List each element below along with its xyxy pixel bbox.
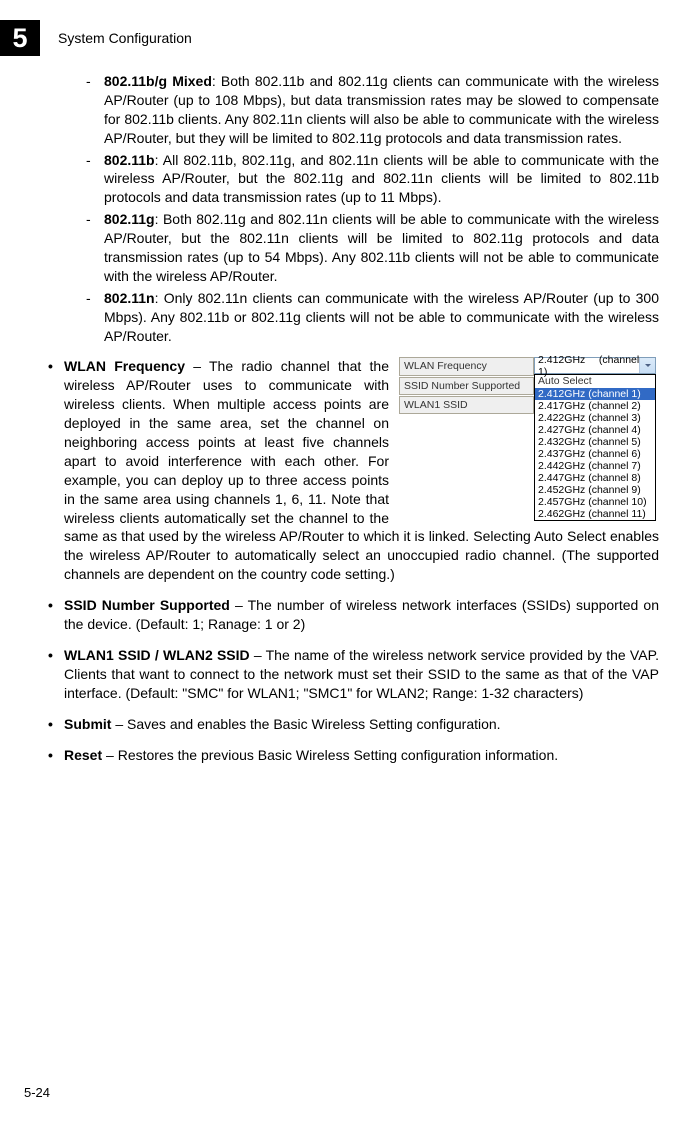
option-channel-9[interactable]: 2.452GHz (channel 9) — [535, 484, 655, 496]
mode-term: 802.11b — [104, 152, 155, 168]
bullet-reset: Reset – Restores the previous Basic Wire… — [48, 746, 659, 765]
bullet-term: SSID Number Supported — [64, 597, 230, 613]
mode-text: : Only 802.11n clients can communicate w… — [104, 290, 659, 344]
option-channel-11[interactable]: 2.462GHz (channel 11) — [535, 508, 655, 520]
wlan-frequency-dropdown[interactable]: Auto Select 2.412GHz (channel 1) 2.417GH… — [534, 374, 656, 521]
mode-item: 802.11g: Both 802.11g and 802.11n client… — [84, 210, 659, 286]
labels-column: WLAN Frequency SSID Number Supported WLA… — [399, 357, 534, 414]
page-number: 5-24 — [24, 1084, 50, 1102]
wlan-frequency-select[interactable]: 2.412GHz (channel 1) — [534, 357, 656, 374]
mode-term: 802.11b/g Mixed — [104, 73, 212, 89]
mode-text: : Both 802.11g and 802.11n clients will … — [104, 211, 659, 284]
select-value: 2.412GHz (channel 1) — [538, 354, 639, 378]
mode-item: 802.11b/g Mixed: Both 802.11b and 802.11… — [84, 72, 659, 148]
label-wlan-frequency: WLAN Frequency — [399, 357, 534, 375]
bullet-ssid-number: SSID Number Supported – The number of wi… — [48, 596, 659, 634]
option-channel-7[interactable]: 2.442GHz (channel 7) — [535, 460, 655, 472]
label-ssid-number: SSID Number Supported — [399, 377, 534, 395]
bullet-text: – Restores the previous Basic Wireless S… — [102, 747, 558, 763]
bullet-term: Submit — [64, 716, 111, 732]
mode-term: 802.11n — [104, 290, 155, 306]
bullet-term: Reset — [64, 747, 102, 763]
screenshot-panel: WLAN Frequency SSID Number Supported WLA… — [399, 357, 659, 521]
bullet-submit: Submit – Saves and enables the Basic Wir… — [48, 715, 659, 734]
option-channel-5[interactable]: 2.432GHz (channel 5) — [535, 436, 655, 448]
bullet-term: WLAN1 SSID / WLAN2 SSID — [64, 647, 250, 663]
option-channel-2[interactable]: 2.417GHz (channel 2) — [535, 400, 655, 412]
option-channel-1[interactable]: 2.412GHz (channel 1) — [535, 388, 655, 400]
mode-term: 802.11g — [104, 211, 155, 227]
bullet-wlan-frequency: WLAN Frequency SSID Number Supported WLA… — [48, 357, 659, 584]
bullet-wlan-ssid: WLAN1 SSID / WLAN2 SSID – The name of th… — [48, 646, 659, 703]
chapter-number-badge: 5 — [0, 20, 40, 56]
chapter-title: System Configuration — [58, 29, 192, 48]
mode-item: 802.11n: Only 802.11n clients can commun… — [84, 289, 659, 346]
mode-list: 802.11b/g Mixed: Both 802.11b and 802.11… — [48, 72, 659, 345]
label-wlan1-ssid: WLAN1 SSID — [399, 396, 534, 414]
option-channel-3[interactable]: 2.422GHz (channel 3) — [535, 412, 655, 424]
option-channel-10[interactable]: 2.457GHz (channel 10) — [535, 496, 655, 508]
controls-column: 2.412GHz (channel 1) Auto Select 2.412GH… — [534, 357, 656, 521]
chevron-down-icon[interactable] — [639, 358, 655, 373]
option-channel-4[interactable]: 2.427GHz (channel 4) — [535, 424, 655, 436]
option-channel-8[interactable]: 2.447GHz (channel 8) — [535, 472, 655, 484]
mode-item: 802.11b: All 802.11b, 802.11g, and 802.1… — [84, 151, 659, 208]
mode-text: : All 802.11b, 802.11g, and 802.11n clie… — [104, 152, 659, 206]
page-header: 5 System Configuration — [0, 0, 683, 72]
option-channel-6[interactable]: 2.437GHz (channel 6) — [535, 448, 655, 460]
bullet-text: – Saves and enables the Basic Wireless S… — [111, 716, 500, 732]
bullet-term: WLAN Frequency — [64, 358, 185, 374]
